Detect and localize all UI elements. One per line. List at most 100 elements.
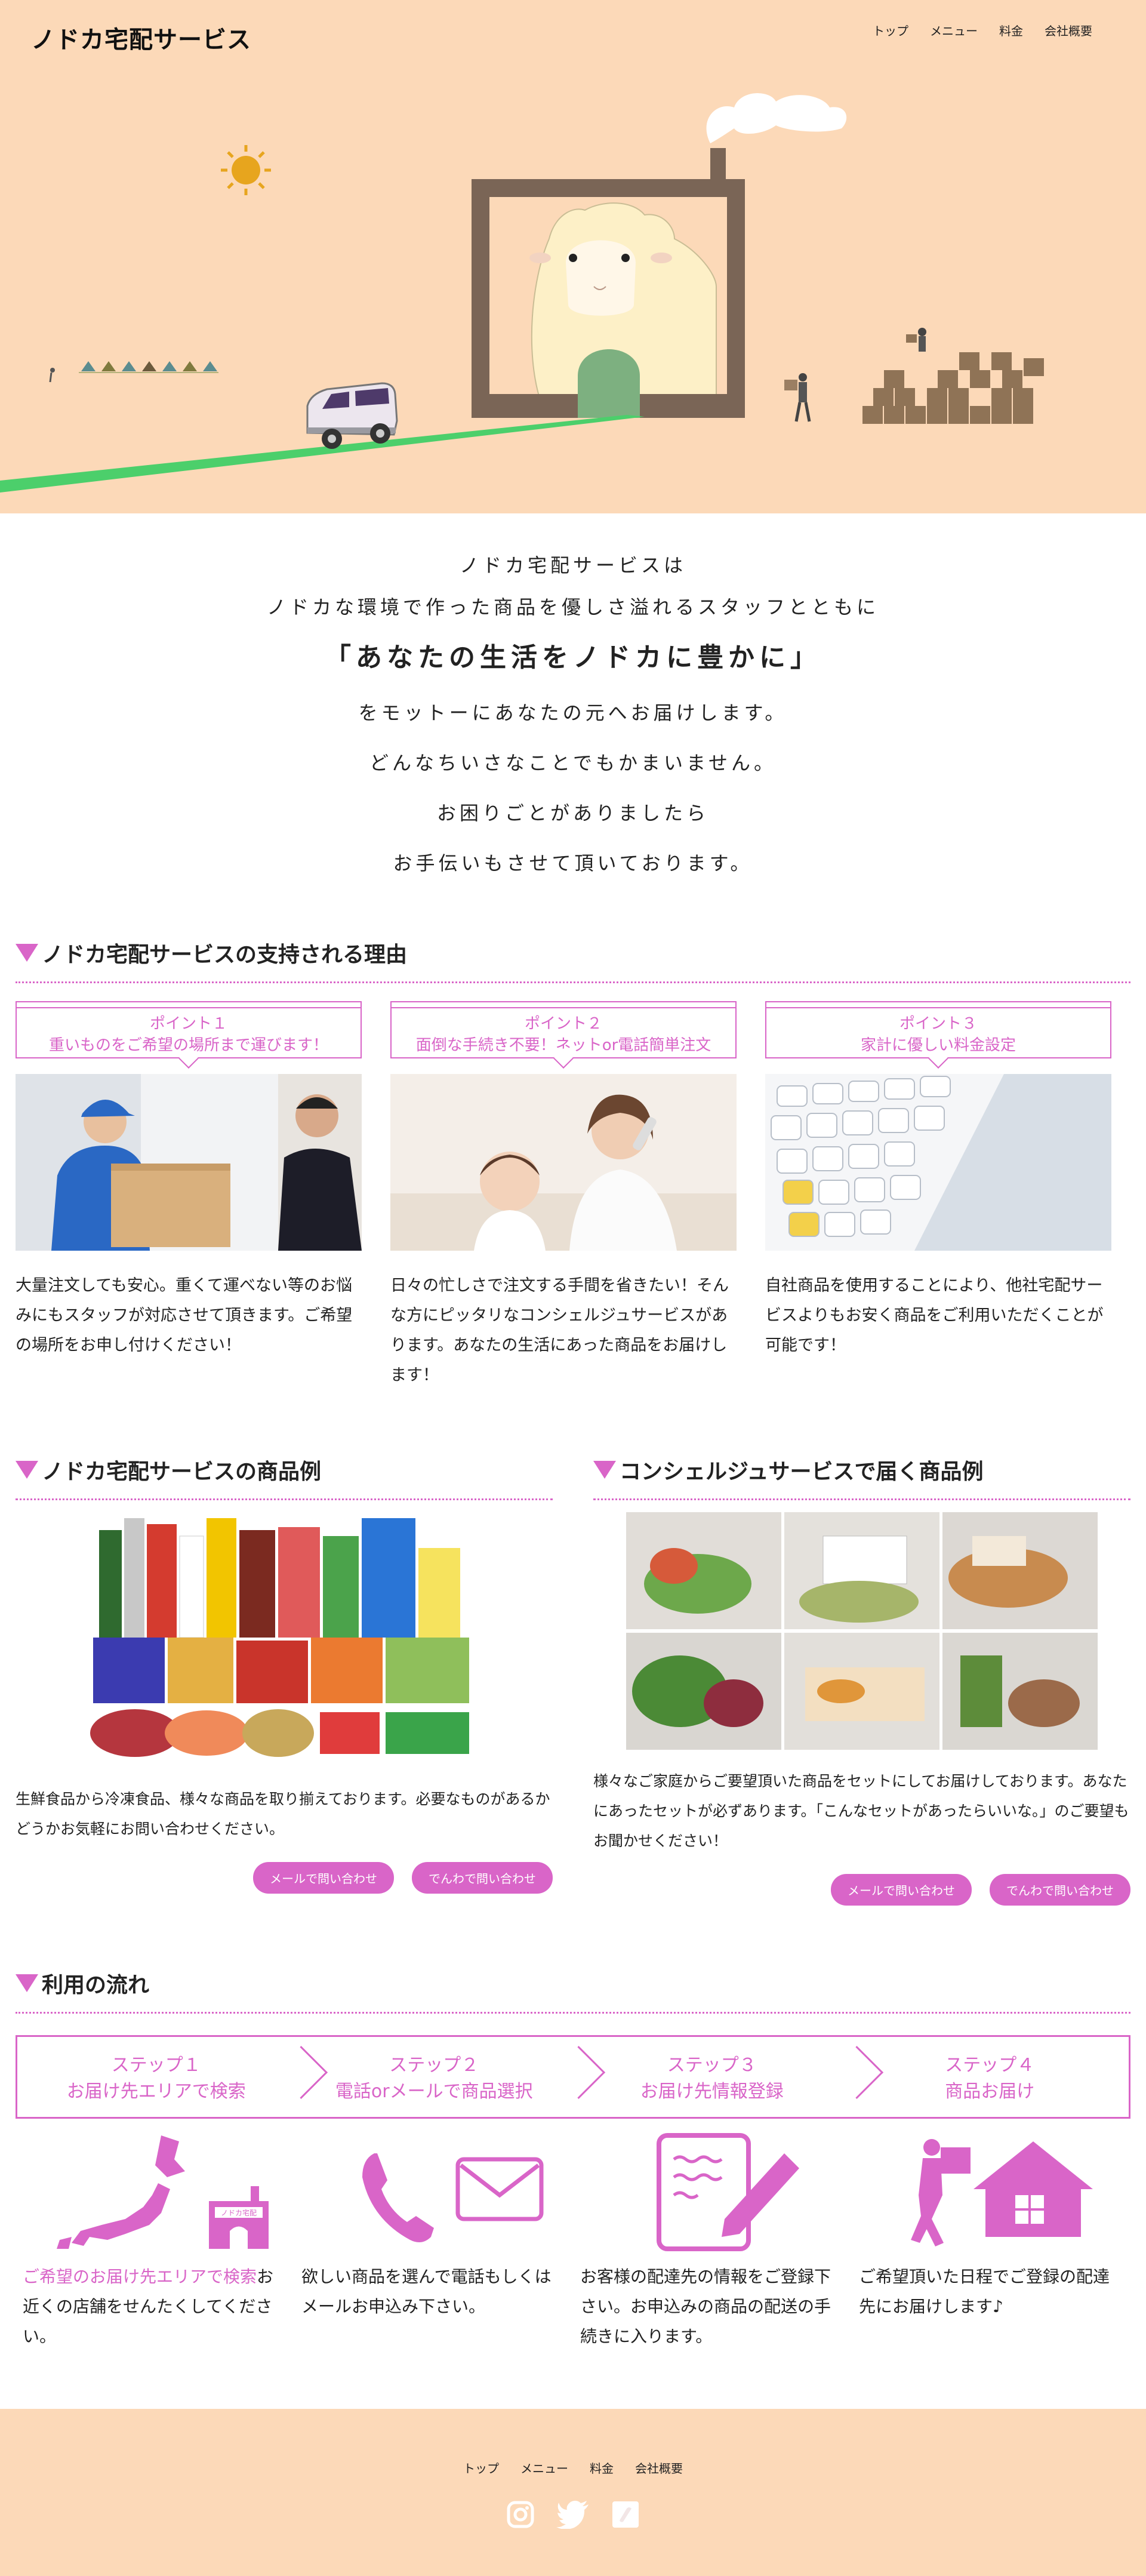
phone-contact-button[interactable]: でんわで問い合わせ — [990, 1874, 1130, 1906]
step-2: ステップ２ 電話orメールで商品選択 — [295, 2037, 574, 2117]
section-heading: コンシェルジュサービスで届く商品例 — [593, 1454, 1130, 1500]
intro-line: ノドカな環境で作った商品を優しさ溢れるスタッフとともに — [266, 596, 879, 618]
point-card: ポイント３ 家計に優しい料金設定 自社商品を使用することにより、他社宅配サービス… — [765, 1001, 1111, 1390]
delivery-house-icon — [910, 2139, 1093, 2246]
flow-body-text: お客様の配達先の情報をご登録下さい。お申込みの商品の配送の手続きに入ります。 — [580, 2267, 831, 2346]
flow-step-3-detail: お客様の配達先の情報をご登録下さい。お申込みの商品の配送の手続きに入ります。 — [573, 2129, 852, 2352]
point-label-box: ポイント３ 家計に優しい料金設定 — [765, 1001, 1111, 1069]
step-label: ステップ４ — [945, 2055, 1035, 2076]
products-description: 様々なご家庭からご要望頂いた商品をセットにしてお届けしております。あなたにあった… — [593, 1772, 1129, 1849]
app-icon[interactable] — [611, 2500, 640, 2529]
products-description: 生鮮食品から冷凍食品、様々な商品を取り揃えております。必要なものがあるかどうかお… — [16, 1790, 550, 1838]
intro-section: ノドカ宅配サービスは ノドカな環境で作った商品を優しさ溢れるスタッフとともに 「… — [0, 513, 1146, 931]
point-card: ポイント２ 面倒な手続き不要！ネットor電話簡単注文 日々の忙しさで注文する手間… — [390, 1001, 737, 1390]
footer-nav: トップ メニュー 料金 会社概要 — [0, 2409, 1146, 2476]
flow-details: ノドカ宅配 ご希望のお届け先エリアで検索お近くの店舗をせんたくしてください。 欲… — [16, 2129, 1130, 2352]
step-title: 商品お届け — [945, 2081, 1035, 2102]
section-heading: ノドカ宅配サービスの商品例 — [16, 1454, 553, 1500]
triangle-icon — [16, 1974, 38, 1992]
groceries-photo — [87, 1512, 481, 1769]
section-heading: ノドカ宅配サービスの支持される理由 — [16, 937, 1130, 983]
footer-company-link[interactable]: 会社概要 — [635, 2459, 683, 2476]
products-left-column: ノドカ宅配サービスの商品例 生鮮食品から冷凍食品、様々な商品を取り揃えております… — [16, 1454, 553, 1906]
japan-map-shop-icon: ノドカ宅配 — [56, 2135, 269, 2249]
section-heading: 利用の流れ — [16, 1968, 1130, 2014]
footer-menu-link[interactable]: メニュー — [520, 2459, 568, 2476]
instagram-icon[interactable] — [506, 2500, 535, 2529]
site-footer: トップ メニュー 料金 会社概要 — [0, 2409, 1146, 2576]
section-title: 利用の流れ — [42, 1973, 150, 1998]
products-right-column: コンシェルジュサービスで届く商品例 様々なご家庭からご要望頂いた商品をセットにし… — [593, 1454, 1130, 1906]
mail-contact-button[interactable]: メールで問い合わせ — [831, 1874, 972, 1906]
intro-line: ノドカ宅配サービスは — [459, 554, 686, 577]
intro-line: をモットーにあなたの元へお届けします。 — [358, 701, 788, 724]
point-number: ポイント２ — [524, 1015, 602, 1033]
contact-buttons: メールで問い合わせ でんわで問い合わせ — [593, 1874, 1130, 1906]
point-description: 自社商品を使用することにより、他社宅配サービスよりもお安く商品をご利用いただくこ… — [765, 1276, 1104, 1355]
nav-top-link[interactable]: トップ — [873, 21, 908, 39]
step-title: 電話orメールで商品選択 — [335, 2081, 533, 2102]
twitter-icon[interactable] — [556, 2500, 590, 2529]
house-frame — [472, 148, 745, 418]
flow-step-4-detail: ご希望頂いた日程でご登録の配達先にお届けします♪ — [852, 2129, 1130, 2352]
point-number: ポイント１ — [149, 1015, 227, 1033]
social-links — [0, 2500, 1146, 2529]
box-worker-icon — [918, 328, 926, 352]
sun-icon — [221, 145, 271, 195]
main-nav: トップ メニュー 料金 会社概要 — [873, 21, 1092, 39]
shop-sign-text: ノドカ宅配 — [220, 2208, 256, 2217]
products-section: ノドカ宅配サービスの商品例 生鮮食品から冷凍食品、様々な商品を取り揃えております… — [16, 1454, 1130, 1906]
hero-section: ノドカ宅配サービス トップ メニュー 料金 会社概要 — [0, 0, 1146, 513]
point-label-box: ポイント２ 面倒な手続き不要！ネットor電話簡単注文 — [390, 1001, 737, 1069]
flow-step-2-detail: 欲しい商品を選んで電話もしくはメールお申込み下さい。 — [294, 2129, 573, 2352]
concierge-sets-photo — [626, 1512, 1098, 1750]
section-title: ノドカ宅配サービスの支持される理由 — [42, 943, 408, 967]
mother-child-phone-photo — [390, 1074, 737, 1251]
flow-step-2-text: 欲しい商品を選んで電話もしくはメールお申込み下さい。 — [301, 2262, 566, 2322]
footer-top-link[interactable]: トップ — [463, 2459, 499, 2476]
flow-body-text: ご希望頂いた日程でご登録の配達先にお届けします♪ — [859, 2267, 1110, 2316]
site-logo[interactable]: ノドカ宅配サービス — [31, 20, 251, 55]
motto-text: 「あなたの生活をノドカに豊かに」 — [325, 642, 821, 673]
step-title: お届け先情報登録 — [640, 2081, 784, 2102]
phone-mail-icon — [362, 2153, 543, 2242]
nav-company-link[interactable]: 会社概要 — [1045, 21, 1092, 39]
triangle-icon — [593, 1461, 616, 1479]
flow-step-1-text: ご希望のお届け先エリアで検索お近くの店舗をせんたくしてください。 — [23, 2262, 287, 2352]
step-title: お届け先エリアで検索 — [66, 2081, 246, 2102]
nav-menu-link[interactable]: メニュー — [930, 21, 978, 39]
steps-bar: ステップ１ お届け先エリアで検索 ステップ２ 電話orメールで商品選択 ステップ… — [16, 2035, 1130, 2119]
step-label: ステップ１ — [111, 2055, 201, 2076]
flow-body-text: 欲しい商品を選んで電話もしくはメールお申込み下さい。 — [301, 2267, 552, 2316]
delivery-staff-photo — [16, 1074, 362, 1251]
section-title: コンシェルジュサービスで届く商品例 — [620, 1460, 984, 1484]
step-3: ステップ３ お届け先情報登録 — [573, 2037, 851, 2117]
mail-contact-button[interactable]: メールで問い合わせ — [253, 1862, 394, 1894]
flow-section: 利用の流れ ステップ１ お届け先エリアで検索 ステップ２ 電話orメールで商品選… — [16, 1968, 1130, 2352]
flow-step-1-detail: ノドカ宅配 ご希望のお届け先エリアで検索お近くの店舗をせんたくしてください。 — [16, 2129, 294, 2352]
point-card: ポイント１ 重いものをご希望の場所まで運びます！ 大量注文しても安心。重くて運べ… — [16, 1001, 362, 1390]
phone-contact-button[interactable]: でんわで問い合わせ — [412, 1862, 553, 1894]
step-4: ステップ４ 商品お届け — [851, 2037, 1129, 2117]
reasons-section: ノドカ宅配サービスの支持される理由 ポイント１ 重いものをご希望の場所まで運びま… — [16, 937, 1130, 1390]
flow-highlight-text: ご希望のお届け先エリアで検索 — [23, 2267, 257, 2286]
intro-line: お手伝いもさせて頂いております。 — [393, 852, 753, 875]
delivery-person-icon — [784, 373, 811, 422]
point-description: 大量注文しても安心。重くて運べない等のお悩みにもスタッフが対応させて頂きます。ご… — [16, 1276, 353, 1355]
form-pencil-icon — [656, 2133, 799, 2251]
step-label: ステップ２ — [389, 2055, 479, 2076]
intro-line: どんなちいさなことでもかまいません。 — [369, 752, 777, 774]
contact-buttons: メールで問い合わせ でんわで問い合わせ — [16, 1862, 553, 1894]
flag-garland — [49, 361, 218, 383]
footer-price-link[interactable]: 料金 — [590, 2459, 614, 2476]
calculator-photo — [765, 1074, 1111, 1251]
step-label: ステップ３ — [667, 2055, 757, 2076]
step-1: ステップ１ お届け先エリアで検索 — [17, 2037, 295, 2117]
intro-line: お困りごとがありましたら — [436, 802, 709, 824]
flow-step-4-text: ご希望頂いた日程でご登録の配達先にお届けします♪ — [859, 2262, 1123, 2322]
point-description: 日々の忙しさで注文する手間を省きたい！そんな方にピッタリなコンシェルジュサービス… — [390, 1276, 729, 1384]
nav-price-link[interactable]: 料金 — [999, 21, 1023, 39]
triangle-icon — [16, 1461, 38, 1479]
flow-step-3-text: お客様の配達先の情報をご登録下さい。お申込みの商品の配送の手続きに入ります。 — [580, 2262, 845, 2352]
triangle-icon — [16, 944, 38, 962]
